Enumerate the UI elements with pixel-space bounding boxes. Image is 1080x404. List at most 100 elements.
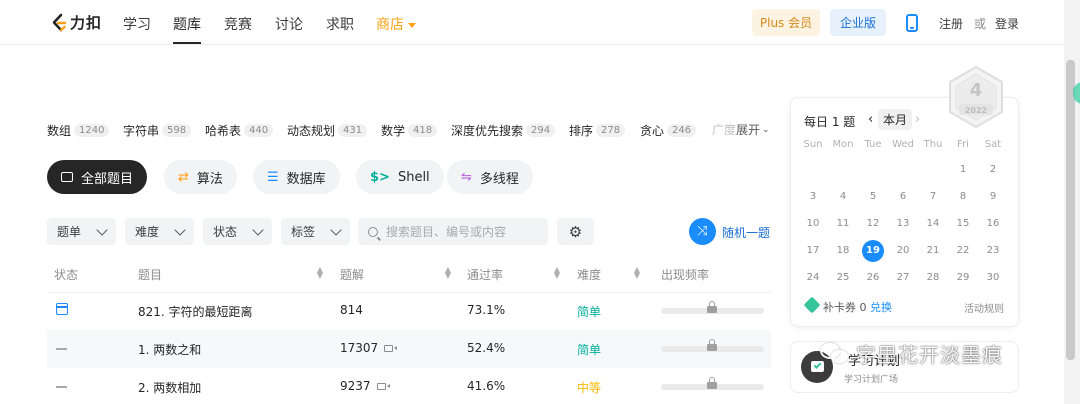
calendar-day[interactable]: 24 [802, 267, 824, 289]
calendar-day[interactable]: 10 [802, 213, 824, 235]
lock-icon[interactable] [707, 301, 717, 313]
login-link[interactable]: 登录 [995, 15, 1019, 32]
calendar-day[interactable]: 11 [832, 213, 854, 235]
calendar-day[interactable]: 2 [982, 159, 1004, 181]
category-all-problems[interactable]: 全部题目 [47, 160, 148, 194]
nav-item-study[interactable]: 学习 [123, 14, 151, 34]
category-algorithms[interactable]: ⇄ 算法 [164, 160, 237, 194]
problem-title-link[interactable]: 821. 字符的最短距离 [138, 303, 253, 320]
lock-icon[interactable] [707, 339, 717, 351]
calendar-day[interactable]: 18 [832, 240, 854, 262]
calendar-day[interactable]: 28 [922, 267, 944, 289]
status-none-icon [56, 348, 67, 350]
difficulty-filter-dropdown[interactable]: 难度 [125, 218, 194, 245]
calendar-day[interactable]: 21 [922, 240, 944, 262]
enterprise-button[interactable]: 企业版 [830, 9, 886, 36]
calendar-day[interactable]: 17 [802, 240, 824, 262]
calendar-day[interactable]: 27 [892, 267, 914, 289]
tag-math[interactable]: 数学 418 [381, 122, 438, 139]
chevron-right-icon[interactable]: › [915, 112, 920, 127]
tag-dynamic-programming[interactable]: 动态规划 431 [287, 122, 368, 139]
sort-icon[interactable]: ▲ ▼ [316, 266, 324, 280]
monthly-badge-icon[interactable]: 4 2022 [947, 65, 1005, 129]
column-header-frequency[interactable]: 出现频率 [661, 266, 709, 283]
nav-item-problems[interactable]: 题库 [173, 14, 201, 34]
calendar-day[interactable]: 15 [952, 213, 974, 235]
calendar-day[interactable]: 6 [892, 186, 914, 208]
category-shell[interactable]: $> Shell [356, 160, 444, 194]
solutions-count[interactable]: 814 [340, 303, 363, 317]
nav-item-discuss[interactable]: 讨论 [275, 14, 303, 34]
scrollbar-thumb[interactable] [1066, 60, 1075, 360]
register-link[interactable]: 注册 [939, 15, 963, 32]
calendar-month-selector[interactable]: 本月 [878, 109, 913, 130]
calendar-day[interactable]: 4 [832, 186, 854, 208]
calendar-day[interactable]: 13 [892, 213, 914, 235]
calendar-day-today[interactable]: 19 [862, 240, 884, 262]
category-database[interactable]: ☰ 数据库 [253, 160, 340, 194]
activity-rules-link[interactable]: 活动规则 [964, 300, 1004, 315]
expand-tags-button[interactable]: 广度 展开 ⌄ [708, 121, 770, 138]
tag-count: 431 [338, 124, 368, 137]
nav-item-contest[interactable]: 竞赛 [224, 14, 252, 34]
calendar-day[interactable]: 3 [802, 186, 824, 208]
tag-string[interactable]: 字符串 598 [123, 122, 192, 139]
nav-item-store[interactable]: 商店 [376, 14, 416, 34]
category-label: Shell [397, 169, 430, 185]
calendar-day[interactable]: 22 [952, 240, 974, 262]
random-problem-link[interactable]: 随机一题 [722, 224, 770, 241]
plus-member-button[interactable]: Plus 会员 [752, 9, 820, 36]
logo[interactable]: 力扣 [50, 12, 102, 33]
tag-array[interactable]: 数组 1240 [47, 122, 110, 139]
tag-greedy[interactable]: 贪心 246 [640, 122, 697, 139]
calendar-day[interactable]: 16 [982, 213, 1004, 235]
column-header-title[interactable]: 题目 [138, 266, 162, 283]
calendar-day[interactable]: 29 [952, 267, 974, 289]
sort-icon[interactable]: ▲ ▼ [633, 266, 641, 280]
problem-title-link[interactable]: 2. 两数相加 [138, 379, 201, 396]
calendar-day[interactable]: 30 [982, 267, 1004, 289]
status-filter-dropdown[interactable]: 状态 [203, 218, 272, 245]
problem-title-link[interactable]: 1. 两数之和 [138, 341, 201, 358]
weekday-label: Wed [892, 139, 914, 150]
tag-sort[interactable]: 排序 278 [569, 122, 626, 139]
table-row[interactable]: 2. 两数相加 9237 41.6% 中等 [47, 368, 771, 404]
tag-hash-table[interactable]: 哈希表 440 [205, 122, 274, 139]
tag-dfs[interactable]: 深度优先搜索 294 [451, 122, 556, 139]
table-row[interactable]: 1. 两数之和 17307 52.4% 简单 [47, 330, 771, 368]
settings-button[interactable]: ⚙ [557, 218, 594, 245]
sort-icon[interactable]: ▲ ▼ [553, 266, 561, 280]
column-header-difficulty[interactable]: 难度 [577, 266, 601, 283]
mobile-app-icon[interactable] [906, 14, 918, 32]
column-header-solutions[interactable]: 题解 [340, 266, 364, 283]
calendar-day[interactable]: 9 [982, 186, 1004, 208]
calendar-day[interactable]: 20 [892, 240, 914, 262]
tags-filter-dropdown[interactable]: 标签 [281, 218, 350, 245]
chevron-left-icon[interactable]: ‹ [868, 112, 873, 127]
calendar-day[interactable]: 25 [832, 267, 854, 289]
calendar-day[interactable]: 5 [862, 186, 884, 208]
calendar-day[interactable]: 12 [862, 213, 884, 235]
lock-icon[interactable] [707, 377, 717, 389]
solutions-count-cell[interactable]: 9237 [340, 379, 390, 393]
tag-label: 数学 [381, 124, 406, 138]
study-plan-title[interactable]: 学习计划 [848, 350, 900, 369]
table-row[interactable]: 821. 字符的最短距离 814 73.1% 简单 [47, 292, 771, 330]
sort-icon[interactable]: ▲ ▼ [444, 266, 452, 280]
list-filter-dropdown[interactable]: 题单 [47, 218, 116, 245]
tag-label: 贪心 [640, 124, 665, 138]
calendar-day[interactable]: 8 [952, 186, 974, 208]
calendar-day[interactable]: 14 [922, 213, 944, 235]
solutions-count-cell[interactable]: 17307 [340, 341, 398, 355]
redeem-link[interactable]: 兑换 [870, 301, 892, 314]
category-concurrency[interactable]: ⇋ 多线程 [447, 160, 533, 194]
study-plan-subtitle[interactable]: 学习计划广场 [844, 372, 898, 385]
nav-item-jobs[interactable]: 求职 [326, 14, 354, 34]
search-input[interactable]: 搜索题目、编号或内容 [358, 218, 548, 245]
calendar-day[interactable]: 23 [982, 240, 1004, 262]
shuffle-icon[interactable]: ⤨ [689, 218, 716, 245]
calendar-day[interactable]: 7 [922, 186, 944, 208]
column-header-acceptance[interactable]: 通过率 [467, 266, 503, 283]
calendar-day[interactable]: 26 [862, 267, 884, 289]
calendar-day[interactable]: 1 [952, 159, 974, 181]
